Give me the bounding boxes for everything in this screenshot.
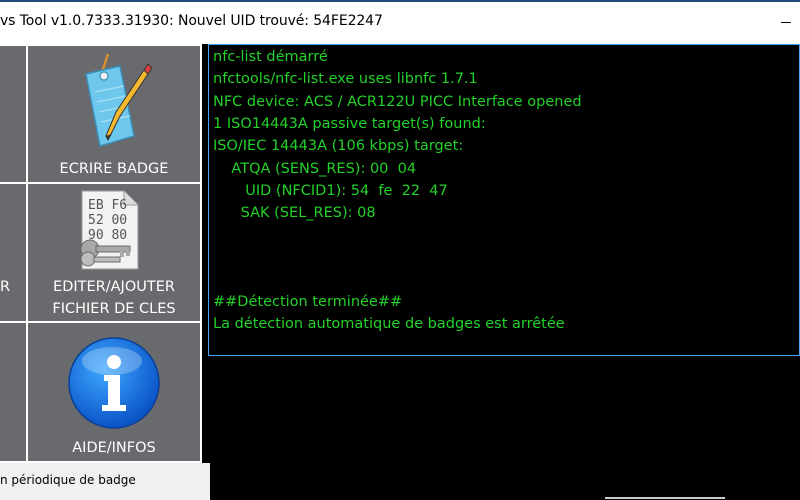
console-line: ##Détection terminée## bbox=[213, 294, 403, 310]
tag-pencil-icon bbox=[85, 53, 153, 147]
tile-partial-bottom[interactable] bbox=[0, 321, 28, 463]
console-line: 1 ISO14443A passive target(s) found: bbox=[213, 116, 486, 132]
keys-file-icon: EB F6 52 00 90 80 bbox=[80, 190, 139, 270]
edit-keys-file-tile[interactable]: EB F6 52 00 90 80 EDITER/AJOUTER FICHIER… bbox=[26, 182, 202, 323]
console-line: La détection automatique de badges est a… bbox=[213, 316, 565, 332]
console-line: nfc-list démarré bbox=[213, 49, 328, 65]
console-line: NFC device: ACS / ACR122U PICC Interface… bbox=[213, 94, 582, 110]
console-output[interactable]: nfc-list démarré nfctools/nfc-list.exe u… bbox=[208, 44, 800, 356]
info-icon bbox=[68, 337, 160, 429]
tile-partial-top[interactable] bbox=[0, 44, 28, 184]
tile-partial-middle[interactable]: R bbox=[0, 182, 28, 323]
window-title: vs Tool v1.0.7333.31930: Nouvel UID trou… bbox=[0, 13, 383, 29]
edit-keys-label-line2: FICHIER DE CLES bbox=[52, 301, 176, 317]
console-line: UID (NFCID1): 54 fe 22 47 bbox=[213, 183, 448, 199]
edit-keys-label-line1: EDITER/AJOUTER bbox=[53, 279, 175, 295]
auto-detect-checkbox-label[interactable]: n périodique de badge bbox=[0, 473, 136, 487]
svg-text:52 00: 52 00 bbox=[88, 213, 127, 228]
help-info-label: AIDE/INFOS bbox=[72, 440, 156, 456]
console-line: SAK (SEL_RES): 08 bbox=[213, 205, 376, 221]
console-line: ISO/IEC 14443A (106 kbps) target: bbox=[213, 138, 464, 154]
svg-text:EB F6: EB F6 bbox=[88, 198, 127, 213]
write-badge-label: ECRIRE BADGE bbox=[59, 161, 169, 177]
minimize-button[interactable] bbox=[770, 6, 800, 38]
console-line: nfctools/nfc-list.exe uses libnfc 1.7.1 bbox=[213, 71, 478, 87]
console-line: ATQA (SENS_RES): 00 04 bbox=[213, 161, 417, 177]
help-info-tile[interactable]: AIDE/INFOS bbox=[26, 321, 202, 463]
write-badge-tile[interactable]: ECRIRE BADGE bbox=[26, 44, 202, 184]
left-panel: R ECRIRE BADGE EB F6 52 00 90 80 EDITER/… bbox=[0, 44, 202, 463]
bottom-divider bbox=[605, 497, 725, 499]
tile-partial-middle-label: R bbox=[0, 279, 11, 295]
title-bar: vs Tool v1.0.7333.31930: Nouvel UID trou… bbox=[0, 0, 800, 44]
